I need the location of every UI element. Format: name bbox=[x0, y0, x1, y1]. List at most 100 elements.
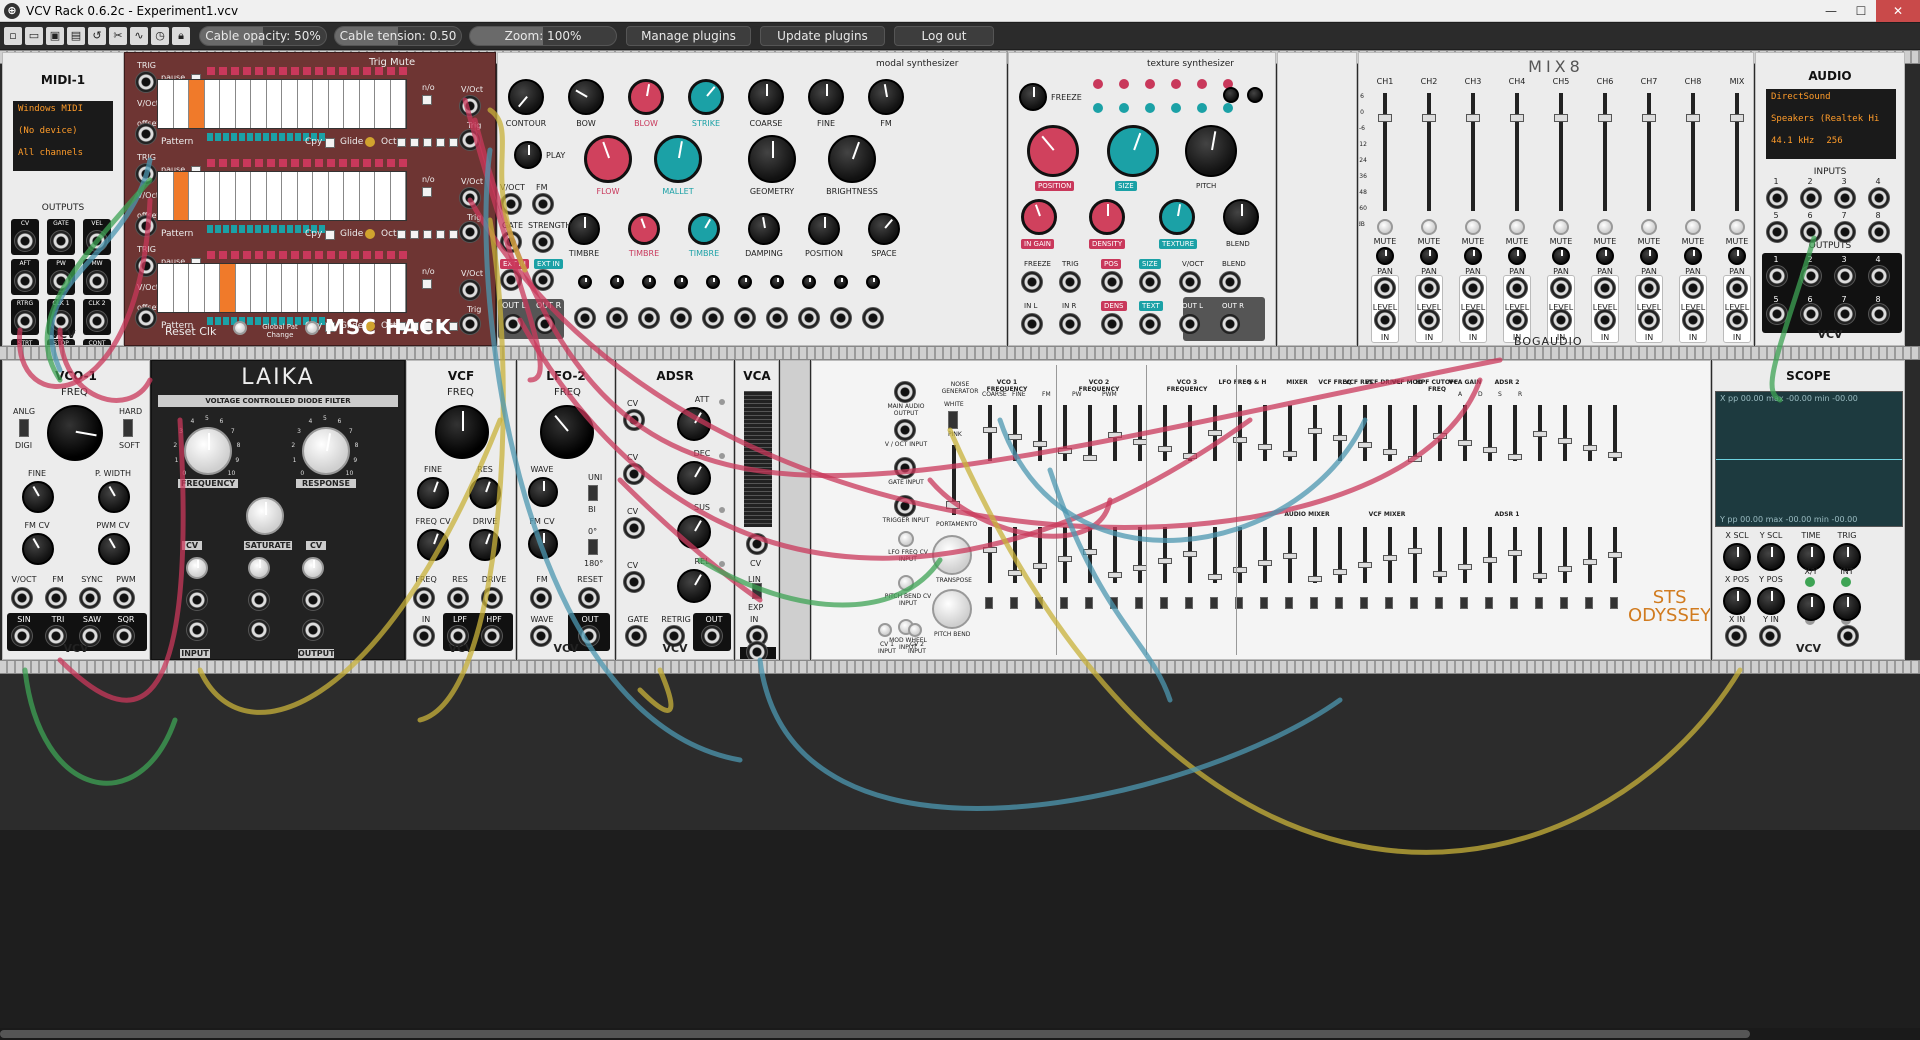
blend-knob[interactable] bbox=[1223, 199, 1259, 235]
voct-output-jack[interactable] bbox=[459, 95, 481, 117]
piano-key[interactable] bbox=[360, 80, 375, 128]
level-fader-ch4[interactable] bbox=[1510, 114, 1524, 123]
odyssey-switch[interactable] bbox=[1485, 597, 1493, 609]
trig-input-jack[interactable] bbox=[135, 71, 157, 93]
pan-cv-jack[interactable] bbox=[1418, 309, 1440, 331]
level-cv-jack[interactable] bbox=[1726, 277, 1748, 299]
audio-input-8-jack[interactable] bbox=[1868, 221, 1890, 243]
level-cv-jack[interactable] bbox=[1550, 277, 1572, 299]
audio-display[interactable]: DirectSound Speakers (Realtek Hi 44.1 kH… bbox=[1766, 89, 1896, 159]
audio-output-5-jack[interactable] bbox=[1766, 303, 1788, 325]
odyssey-switch[interactable] bbox=[1060, 597, 1068, 609]
piano-key[interactable] bbox=[174, 264, 189, 312]
odyssey-slider[interactable] bbox=[1058, 556, 1072, 562]
power-meter-icon[interactable]: ∿ bbox=[130, 27, 148, 45]
fine-knob[interactable] bbox=[808, 79, 844, 115]
odyssey-switch[interactable] bbox=[1510, 597, 1518, 609]
copy-button[interactable] bbox=[325, 230, 335, 240]
odyssey-switch[interactable] bbox=[1410, 597, 1418, 609]
pan-knob-ch1[interactable] bbox=[1376, 247, 1394, 265]
odyssey-slider[interactable] bbox=[1108, 572, 1122, 578]
pan-knob-ch4[interactable] bbox=[1508, 247, 1526, 265]
odyssey-slider[interactable] bbox=[1458, 564, 1472, 570]
odyssey-slider[interactable] bbox=[1533, 431, 1547, 437]
x-pos-knob[interactable] bbox=[1723, 587, 1751, 615]
piano-key[interactable] bbox=[236, 264, 251, 312]
play-button[interactable] bbox=[514, 141, 542, 169]
piano-key[interactable] bbox=[282, 172, 298, 220]
trig-cv-jack[interactable] bbox=[1059, 271, 1081, 293]
frequency-knob[interactable] bbox=[184, 427, 232, 475]
odyssey-slider[interactable] bbox=[1408, 456, 1422, 462]
octave-button[interactable] bbox=[423, 230, 432, 239]
odyssey-slider[interactable] bbox=[1383, 449, 1397, 455]
piano-key[interactable] bbox=[267, 172, 282, 220]
sus-cv-jack[interactable] bbox=[623, 517, 645, 539]
trigger-level-knob[interactable] bbox=[1833, 593, 1861, 621]
output-cv-jack[interactable] bbox=[14, 230, 36, 252]
odyssey-switch[interactable] bbox=[1535, 597, 1543, 609]
piano-keyboard[interactable] bbox=[157, 263, 407, 313]
cv-input-jack[interactable] bbox=[766, 307, 788, 329]
piano-key[interactable] bbox=[313, 80, 329, 128]
sus-knob[interactable] bbox=[677, 515, 711, 549]
audio-output-6-jack[interactable] bbox=[1800, 303, 1822, 325]
piano-key[interactable] bbox=[189, 80, 205, 128]
octave-button[interactable] bbox=[397, 138, 406, 147]
vca-level-jack[interactable] bbox=[746, 533, 768, 555]
analog-digital-switch[interactable] bbox=[19, 419, 29, 437]
strike-knob[interactable] bbox=[688, 79, 724, 115]
mute-button-ch1[interactable] bbox=[1377, 219, 1393, 235]
piano-key[interactable] bbox=[205, 80, 220, 128]
odyssey-switch[interactable] bbox=[985, 597, 993, 609]
cv-attenuator-knob[interactable] bbox=[302, 557, 324, 579]
reset-input-jack[interactable] bbox=[578, 587, 600, 609]
p-width-knob[interactable] bbox=[98, 481, 130, 513]
lin-exp-switch[interactable] bbox=[752, 583, 762, 599]
odyssey-slider[interactable] bbox=[1058, 448, 1072, 454]
odyssey-slider[interactable] bbox=[1358, 442, 1372, 448]
text-jack[interactable] bbox=[1139, 313, 1161, 335]
freq-knob[interactable] bbox=[47, 405, 103, 461]
fine-knob[interactable] bbox=[417, 477, 449, 509]
cv-2-input-jack[interactable] bbox=[908, 623, 922, 637]
piano-key[interactable] bbox=[298, 80, 313, 128]
cv-input-jack[interactable] bbox=[248, 619, 270, 641]
trig-output-jack[interactable] bbox=[459, 129, 481, 151]
lock-icon[interactable]: 🔒︎ bbox=[172, 27, 190, 45]
cv-attenuverter[interactable] bbox=[866, 275, 880, 289]
odyssey-switch[interactable] bbox=[1385, 597, 1393, 609]
close-icon[interactable]: ✕ bbox=[1876, 0, 1920, 22]
pitch-bend-knob[interactable] bbox=[932, 589, 972, 629]
octave-button[interactable] bbox=[410, 138, 419, 147]
level-cv-jack[interactable] bbox=[1418, 277, 1440, 299]
piano-keyboard[interactable] bbox=[157, 79, 407, 129]
damping-14-knob[interactable] bbox=[748, 213, 780, 245]
pan-cv-jack[interactable] bbox=[1594, 309, 1616, 331]
piano-key[interactable] bbox=[298, 264, 313, 312]
blend-cv-jack[interactable] bbox=[1219, 271, 1241, 293]
pan-knob-ch6[interactable] bbox=[1596, 247, 1614, 265]
cv-attenuverter[interactable] bbox=[802, 275, 816, 289]
piano-key[interactable] bbox=[251, 264, 267, 312]
audio-driver[interactable]: DirectSound bbox=[1771, 92, 1891, 114]
audio-output-7-jack[interactable] bbox=[1834, 303, 1856, 325]
odyssey-slider[interactable] bbox=[1608, 452, 1622, 458]
odyssey-slider[interactable] bbox=[1108, 432, 1122, 438]
pitch-bend-cv-input-jack[interactable] bbox=[898, 575, 914, 591]
coarse-knob[interactable] bbox=[748, 79, 784, 115]
disconnect-icon[interactable]: ✂ bbox=[109, 27, 127, 45]
out-r-jack[interactable] bbox=[534, 313, 556, 335]
empty-rack-space[interactable] bbox=[0, 674, 1920, 830]
level-cv-jack[interactable] bbox=[1682, 277, 1704, 299]
cv-attenuverter[interactable] bbox=[738, 275, 752, 289]
piano-key[interactable] bbox=[329, 80, 344, 128]
y-pos-knob[interactable] bbox=[1757, 587, 1785, 615]
pan-cv-jack[interactable] bbox=[1682, 309, 1704, 331]
cv-attenuverter[interactable] bbox=[642, 275, 656, 289]
piano-key[interactable] bbox=[173, 172, 189, 220]
odyssey-slider[interactable] bbox=[1208, 430, 1222, 436]
midi-driver[interactable]: Windows MIDI bbox=[18, 104, 108, 126]
audio-input-6-jack[interactable] bbox=[1800, 221, 1822, 243]
mallet-knob[interactable] bbox=[654, 135, 702, 183]
